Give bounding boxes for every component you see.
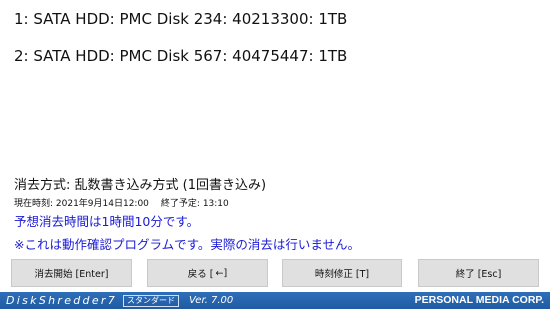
start-erase-button[interactable]: 消去開始 [Enter] <box>11 259 132 287</box>
start-erase-label: 消去開始 [Enter] <box>34 269 109 280</box>
exit-label: 終了 [Esc] <box>455 269 502 280</box>
footer-bar: DiskShredder7 スタンダード Ver. 7.00 PERSONAL … <box>0 292 550 309</box>
estimated-time-message: 予想消去時間は1時間10分です。 <box>14 214 200 229</box>
test-program-warning: ※これは動作確認プログラムです。実際の消去は行いません。 <box>14 237 360 252</box>
erase-method-label: 消去方式: 乱数書き込み方式 (1回書き込み) <box>14 178 267 193</box>
back-label: 戻る [ <box>187 269 214 280</box>
disk-list-item-2[interactable]: 2: SATA HDD: PMC Disk 567: 40475447: 1TB <box>14 47 347 65</box>
adjust-time-button[interactable]: 時刻修正 [T] <box>282 259 402 287</box>
adjust-time-label: 時刻修正 [T] <box>314 269 370 280</box>
product-logo: DiskShredder7 <box>6 294 118 307</box>
edition-badge: スタンダード <box>123 294 180 307</box>
current-time: 現在時刻: 2021年9月14日12:00 <box>14 199 149 209</box>
exit-button[interactable]: 終了 [Esc] <box>418 259 539 287</box>
back-label-close: ] <box>223 267 228 279</box>
version-label: Ver. 7.00 <box>189 295 234 306</box>
end-time: 終了予定: 13:10 <box>160 199 229 209</box>
disk-list-item-1[interactable]: 1: SATA HDD: PMC Disk 234: 40213300: 1TB <box>14 10 347 28</box>
company-name: PERSONAL MEDIA CORP. <box>414 294 544 306</box>
left-arrow-icon: ← <box>215 267 224 279</box>
back-button[interactable]: 戻る [←] <box>147 259 268 287</box>
time-info: 現在時刻: 2021年9月14日12:00 終了予定: 13:10 <box>14 196 229 209</box>
